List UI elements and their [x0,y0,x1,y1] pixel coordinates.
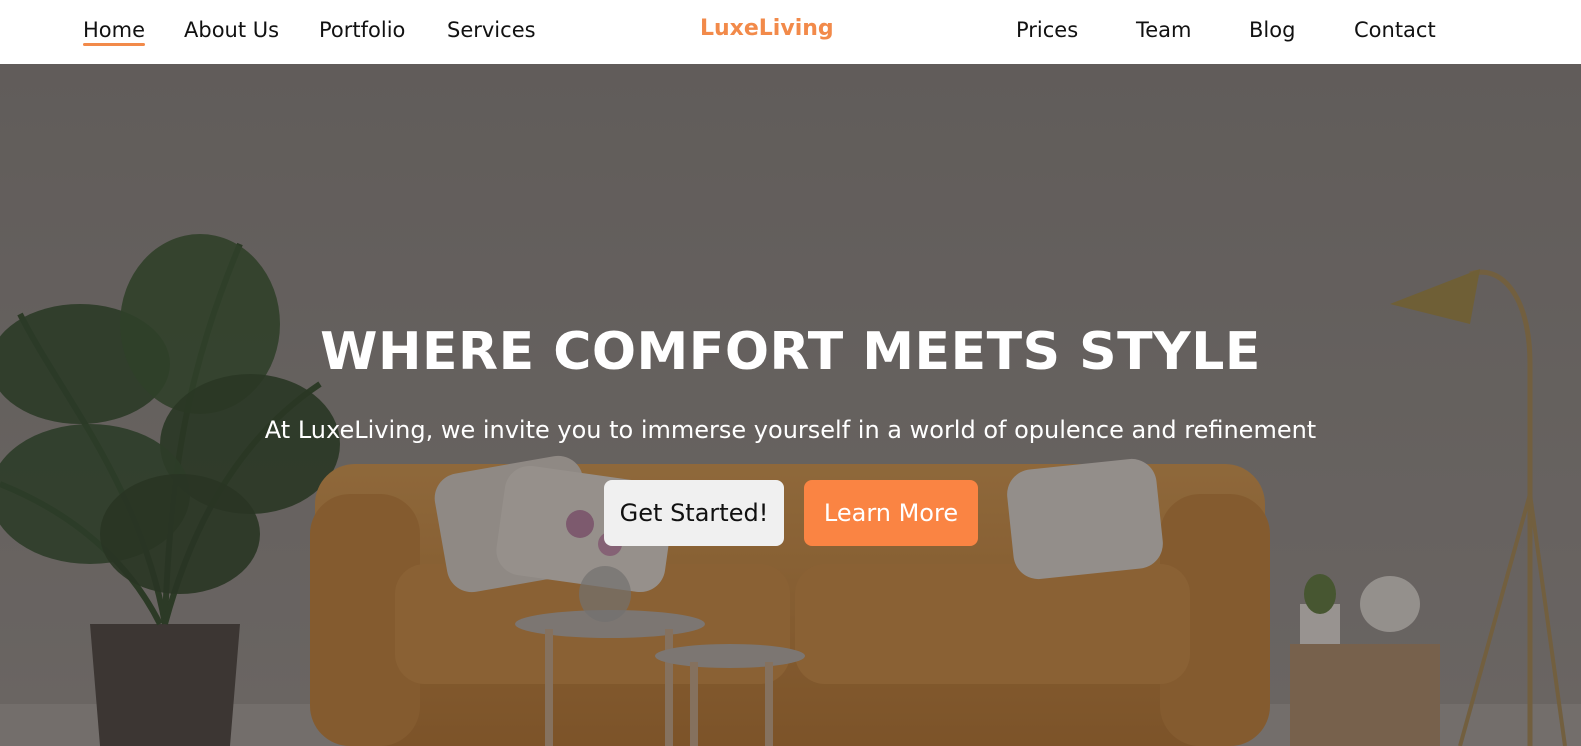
top-navbar: Home About Us Portfolio Services LuxeLiv… [0,0,1581,64]
nav-link-home[interactable]: Home [83,17,146,46]
hero-subtitle: At LuxeLiving, we invite you to immerse … [264,416,1317,444]
nav-link-portfolio[interactable]: Portfolio [319,17,405,43]
hero-section: WHERE COMFORT MEETS STYLE At LuxeLiving,… [0,64,1581,746]
brand-logo[interactable]: LuxeLiving [700,15,834,43]
hero-dark-overlay [0,64,1581,746]
nav-link-services[interactable]: Services [447,17,536,43]
learn-more-button[interactable]: Learn More [804,480,978,546]
hero-title: WHERE COMFORT MEETS STYLE [320,322,1261,382]
nav-link-about-us[interactable]: About Us [184,17,279,43]
nav-link-blog[interactable]: Blog [1249,17,1295,43]
get-started-button[interactable]: Get Started! [604,480,784,546]
nav-link-team[interactable]: Team [1136,17,1192,43]
nav-link-prices[interactable]: Prices [1016,17,1078,43]
nav-link-contact[interactable]: Contact [1354,17,1436,43]
